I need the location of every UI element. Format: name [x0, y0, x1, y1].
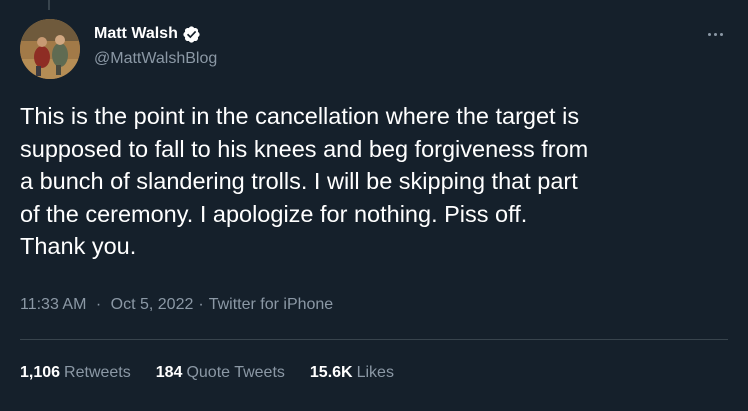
- tweet-source-link[interactable]: Twitter for iPhone: [209, 296, 334, 314]
- verified-badge-icon: [182, 25, 201, 44]
- likes-stat[interactable]: 15.6K Likes: [310, 364, 394, 382]
- retweets-count: 1,106: [20, 364, 61, 381]
- engagement-stats: 1,106 Retweets 184 Quote Tweets 15.6K Likes: [20, 364, 419, 382]
- likes-label: Likes: [356, 364, 394, 381]
- author-name-row: Matt Walsh: [94, 22, 217, 46]
- meta-separator: ·: [198, 296, 204, 313]
- stats-divider: [20, 339, 728, 340]
- author-display-name[interactable]: Matt Walsh: [94, 25, 178, 43]
- tweet-meta: 11:33 AM · Oct 5, 2022 · Twitter for iPh…: [20, 296, 333, 314]
- tweet-card: Matt Walsh @MattWalshBlog This is the po…: [0, 0, 748, 411]
- meta-separator: ·: [95, 296, 102, 313]
- more-options-icon[interactable]: [702, 24, 728, 44]
- quote-tweets-stat[interactable]: 184 Quote Tweets: [156, 364, 285, 382]
- quote-tweets-label: Quote Tweets: [186, 364, 285, 381]
- avatar[interactable]: [20, 19, 80, 79]
- likes-count: 15.6K: [309, 364, 353, 381]
- tweet-text: This is the point in the cancellation wh…: [20, 103, 589, 259]
- tweet-date: Oct 5, 2022: [110, 296, 194, 313]
- avatar-photo: [20, 19, 80, 79]
- tweet-time: 11:33 AM: [20, 296, 87, 313]
- thread-connector-line: [48, 0, 50, 10]
- tweet-timestamp[interactable]: 11:33 AM · Oct 5, 2022: [20, 296, 193, 314]
- author-block: Matt Walsh @MattWalshBlog: [94, 22, 217, 68]
- quote-tweets-count: 184: [155, 364, 183, 381]
- retweets-stat[interactable]: 1,106 Retweets: [20, 364, 131, 382]
- author-handle[interactable]: @MattWalshBlog: [94, 50, 217, 68]
- retweets-label: Retweets: [64, 364, 131, 381]
